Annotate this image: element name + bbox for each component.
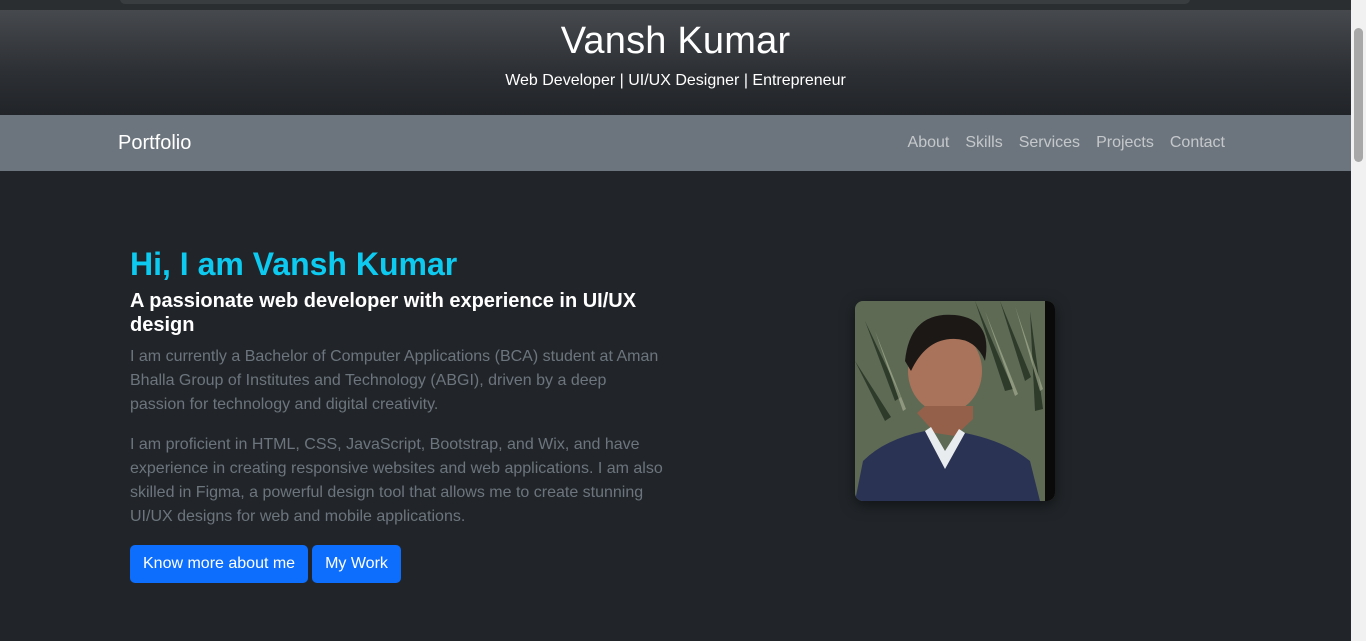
nav-link-services[interactable]: Services (1019, 134, 1080, 152)
nav-link-projects[interactable]: Projects (1096, 134, 1154, 152)
navbar-brand[interactable]: Portfolio (118, 132, 191, 155)
nav-link-contact[interactable]: Contact (1170, 134, 1225, 152)
scrollbar-thumb[interactable] (1354, 28, 1363, 162)
about-section: Hi, I am Vansh Kumar A passionate web de… (0, 171, 1351, 641)
site-tagline: Web Developer | UI/UX Designer | Entrepr… (505, 72, 846, 89)
about-heading: Hi, I am Vansh Kumar (130, 246, 458, 282)
top-strip (0, 0, 1351, 10)
nav-links: About Skills Services Projects Contact (908, 134, 1225, 152)
nav-link-about[interactable]: About (908, 134, 950, 152)
navbar: Portfolio About Skills Services Projects… (0, 115, 1351, 171)
about-subheading: A passionate web developer with experien… (130, 290, 637, 336)
nav-link-skills[interactable]: Skills (965, 134, 1002, 152)
site-header: Vansh Kumar Web Developer | UI/UX Design… (0, 10, 1351, 115)
site-title: Vansh Kumar (560, 20, 791, 62)
top-bar-edge (120, 0, 1190, 4)
profile-photo (855, 301, 1055, 501)
about-paragraph-education: I am currently a Bachelor of Computer Ap… (130, 348, 659, 413)
page-scrollbar[interactable] (1351, 0, 1366, 641)
about-paragraph-skills: I am proficient in HTML, CSS, JavaScript… (130, 436, 663, 525)
know-more-button[interactable]: Know more about me (130, 545, 309, 583)
about-text: Hi, I am Vansh Kumar A passionate web de… (130, 245, 665, 583)
my-work-button[interactable]: My Work (312, 545, 401, 583)
about-buttons: Know more about me My Work (130, 545, 665, 583)
profile-photo-illustration (855, 301, 1055, 501)
